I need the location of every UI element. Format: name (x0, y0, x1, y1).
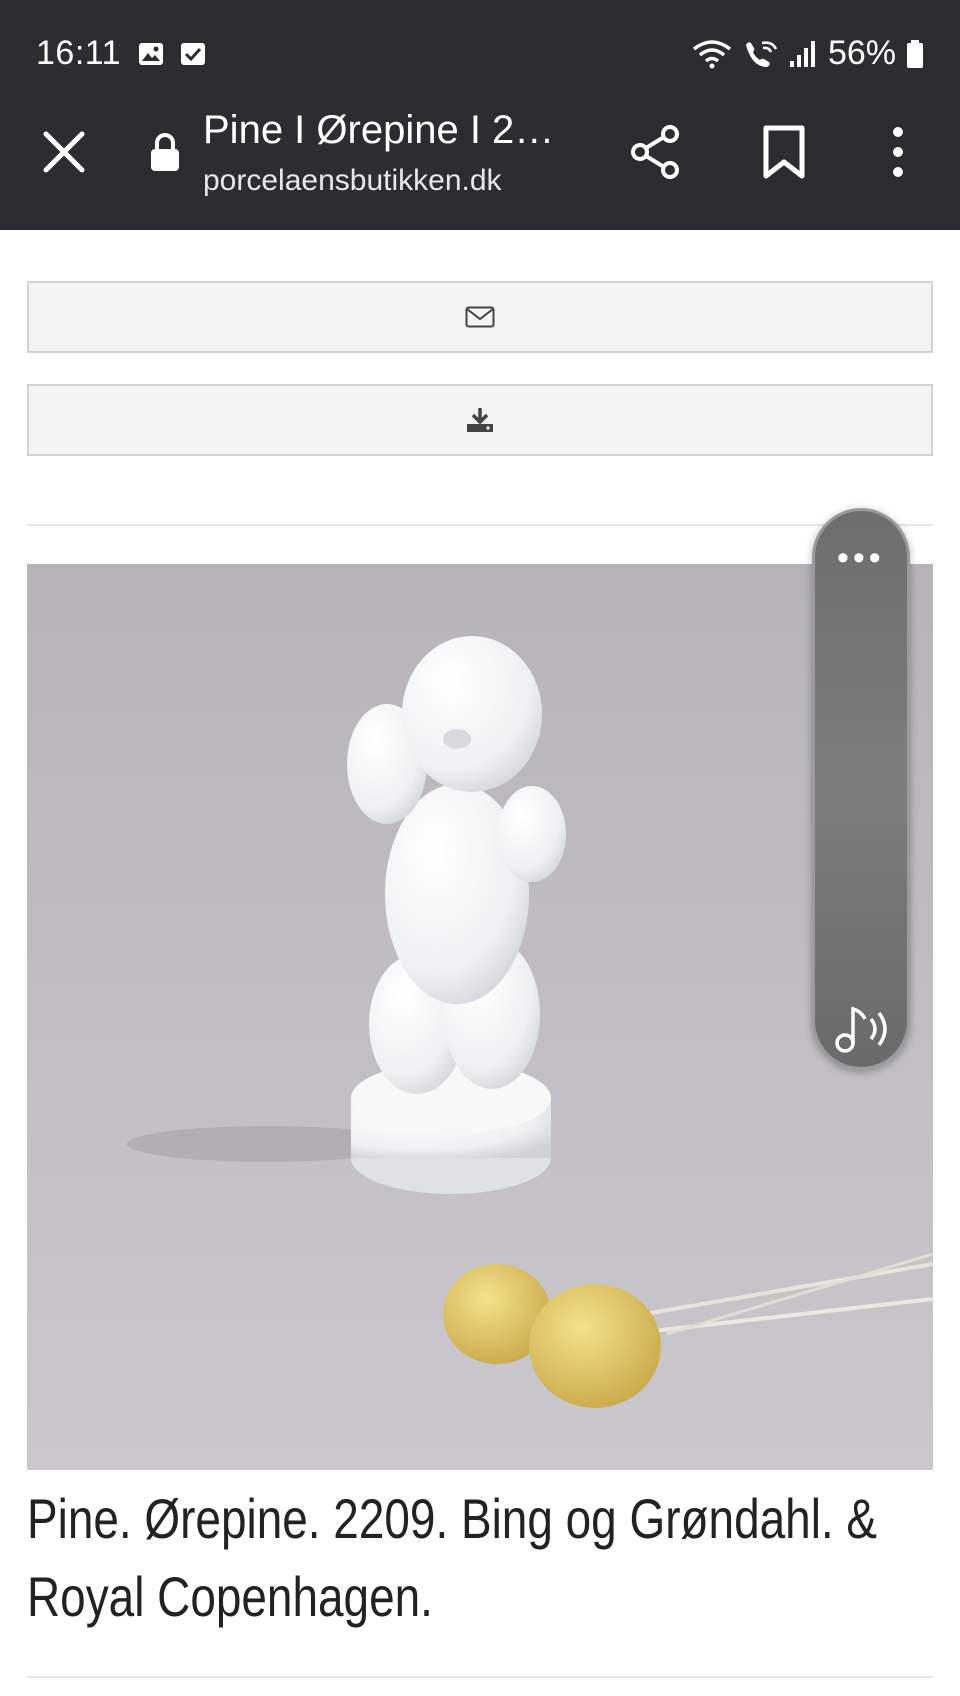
signal-icon (789, 40, 815, 67)
lock-icon (151, 133, 179, 171)
status-bar: 16:11 56% (0, 0, 960, 100)
product-caption: Pine. Ørepine. 2209. Bing og Grøndahl. &… (27, 1487, 878, 1628)
bottom-divider (27, 1676, 933, 1678)
gallery-icon (139, 43, 163, 65)
status-time: 16:11 (36, 34, 122, 72)
page-title[interactable]: Pine I Ørepine I 2… (203, 108, 563, 153)
more-vert-icon[interactable] (880, 124, 916, 180)
page-url[interactable]: porcelaensbutikken.dk (203, 164, 502, 198)
section-divider (27, 524, 933, 526)
envelope-icon (465, 306, 495, 328)
close-icon[interactable] (42, 130, 86, 174)
panel-menu-dots[interactable]: ••• (837, 541, 885, 575)
battery-percentage: 56% (827, 34, 896, 72)
checkbox-icon (181, 43, 205, 65)
battery-icon (907, 39, 923, 68)
download-icon (467, 408, 493, 432)
floating-audio-panel[interactable]: ••• (812, 508, 910, 1070)
music-sound-icon[interactable] (831, 1001, 895, 1057)
product-image[interactable] (27, 564, 933, 1470)
wifi-icon (692, 39, 732, 68)
figurine-photo (27, 564, 933, 1470)
share-icon[interactable] (630, 124, 682, 180)
bookmark-icon[interactable] (762, 124, 806, 180)
email-button[interactable] (27, 281, 933, 353)
wifi-calling-icon (745, 40, 778, 67)
status-right-group: 56% (692, 34, 924, 73)
download-button[interactable] (27, 384, 933, 456)
